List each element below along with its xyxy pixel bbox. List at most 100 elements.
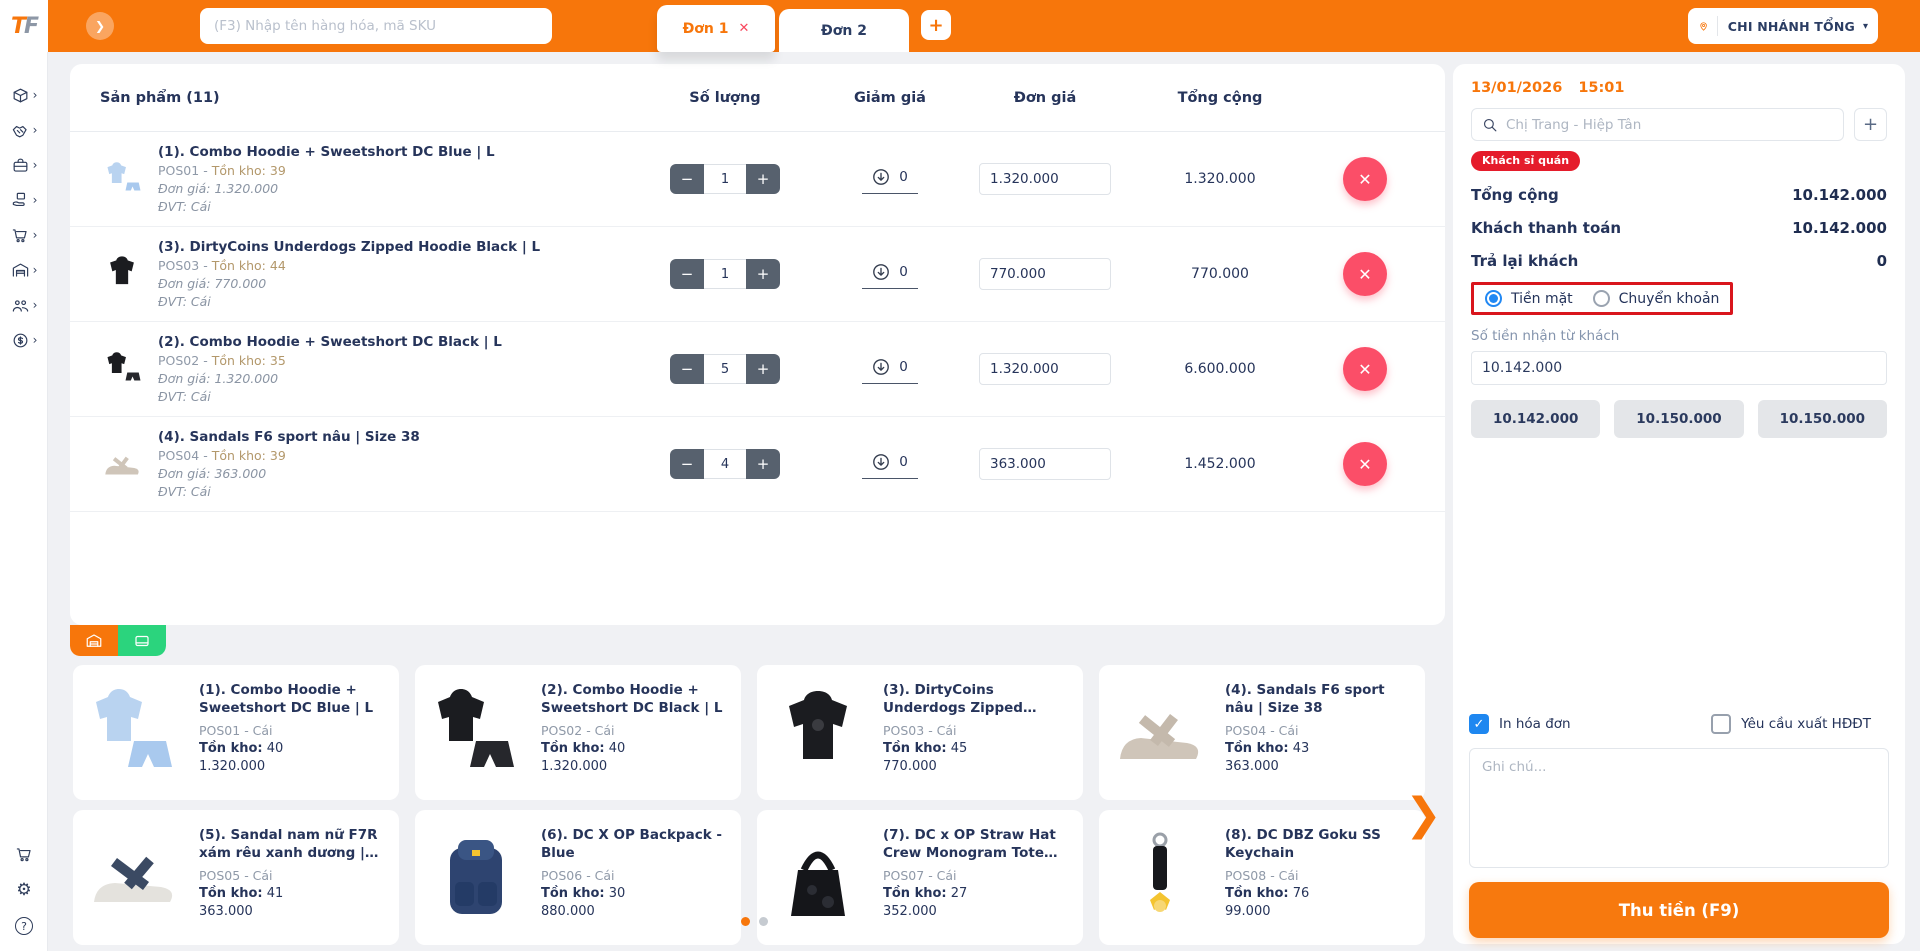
tab-close-icon[interactable]: ✕ xyxy=(739,21,750,36)
order-note-input[interactable] xyxy=(1469,748,1889,868)
product-thumbnail-combo-blue xyxy=(100,157,144,201)
location-pin-icon xyxy=(1698,17,1709,35)
transfer-label: Chuyển khoản xyxy=(1619,291,1720,307)
column-discount: Giảm giá xyxy=(815,90,965,106)
product-image-combo-blue xyxy=(81,673,187,792)
catalog-stock-value: 27 xyxy=(947,886,968,901)
order-item-sku: POS01 - xyxy=(158,163,212,178)
sidebar-item-partners[interactable]: › xyxy=(0,115,48,145)
increase-quantity-button[interactable]: + xyxy=(746,354,780,384)
tab-order-2-label: Đơn 2 xyxy=(821,23,867,39)
sidebar-item-products[interactable]: › xyxy=(0,80,48,110)
suggest-amount-button[interactable]: 10.150.000 xyxy=(1614,400,1743,438)
order-item-sku: POS02 - xyxy=(158,353,212,368)
quantity-input[interactable] xyxy=(704,354,746,384)
column-quantity: Số lượng xyxy=(635,90,815,106)
payment-cash-radio[interactable]: Tiền mặt xyxy=(1485,290,1573,307)
sidebar-item-warehouse[interactable]: › xyxy=(0,255,48,285)
quantity-input[interactable] xyxy=(704,449,746,479)
discount-field[interactable]: 0 xyxy=(862,259,918,289)
unit-price-input[interactable] xyxy=(979,353,1111,385)
sidebar-cart-button[interactable] xyxy=(0,840,48,868)
discount-field[interactable]: 0 xyxy=(862,449,918,479)
suggest-amount-button[interactable]: 10.142.000 xyxy=(1471,400,1600,438)
quantity-input[interactable] xyxy=(704,164,746,194)
coin-icon xyxy=(11,331,30,350)
customer-search-input[interactable] xyxy=(1506,117,1833,133)
einvoice-checkbox[interactable]: Yêu cầu xuất HĐĐT xyxy=(1711,714,1871,734)
tab-order-2[interactable]: Đơn 2 xyxy=(779,9,909,52)
payment-transfer-radio[interactable]: Chuyển khoản xyxy=(1593,290,1720,307)
sidebar-help-button[interactable]: ? xyxy=(0,912,48,940)
pagination-dot[interactable] xyxy=(759,917,768,926)
catalog-next-arrow[interactable]: ❯ xyxy=(1405,793,1442,837)
catalog-item-name: (2). Combo Hoodie + Sweetshort DC Black … xyxy=(541,681,733,717)
decrease-quantity-button[interactable]: − xyxy=(670,259,704,289)
line-total: 770.000 xyxy=(1125,266,1315,282)
catalog-card-4[interactable]: (4). Sandals F6 sport nâu | Size 38 POS0… xyxy=(1099,665,1425,800)
increase-quantity-button[interactable]: + xyxy=(746,449,780,479)
catalog-item-price: 1.320.000 xyxy=(199,759,391,774)
list-view-button[interactable] xyxy=(118,625,166,656)
remove-item-button[interactable]: ✕ xyxy=(1343,442,1387,486)
sidebar-item-customers[interactable]: › xyxy=(0,290,48,320)
sidebar-item-supply[interactable]: › xyxy=(0,185,48,215)
unit-price-input[interactable] xyxy=(979,163,1111,195)
product-search-input[interactable] xyxy=(214,18,538,34)
suggest-amount-button[interactable]: 10.150.000 xyxy=(1758,400,1887,438)
tab-order-1[interactable]: Đơn 1 ✕ xyxy=(657,5,775,52)
catalog-card-7[interactable]: (7). DC x OP Straw Hat Crew Monogram Tot… xyxy=(757,810,1083,945)
order-table-header: Sản phẩm (11) Số lượng Giảm giá Đơn giá … xyxy=(70,64,1445,132)
branch-name: CHI NHÁNH TỔNG xyxy=(1728,19,1855,34)
grid-view-button[interactable] xyxy=(70,625,118,656)
chevron-right-icon: › xyxy=(33,124,38,136)
quantity-input[interactable] xyxy=(704,259,746,289)
catalog-card-8[interactable]: (8). DC DBZ Goku SS Keychain POS08 - Cái… xyxy=(1099,810,1425,945)
pagination-dot-active[interactable] xyxy=(741,917,750,926)
remove-item-button[interactable]: ✕ xyxy=(1343,157,1387,201)
chevron-right-icon: › xyxy=(33,229,38,241)
sidebar-item-finance[interactable]: › xyxy=(0,325,48,355)
catalog-item-sku: POS08 - Cái xyxy=(1225,868,1417,883)
sidebar-item-work[interactable]: › xyxy=(0,150,48,180)
catalog-stock-label: Tồn kho: xyxy=(1225,886,1289,901)
increase-quantity-button[interactable]: + xyxy=(746,259,780,289)
decrease-quantity-button[interactable]: − xyxy=(670,354,704,384)
sidebar-collapse-button[interactable]: ❯ xyxy=(86,12,114,40)
product-thumbnail-combo-black xyxy=(100,347,144,391)
increase-quantity-button[interactable]: + xyxy=(746,164,780,194)
remove-item-button[interactable]: ✕ xyxy=(1343,252,1387,296)
amount-suggestions: 10.142.000 10.150.000 10.150.000 xyxy=(1471,400,1887,438)
unit-price-input[interactable] xyxy=(979,448,1111,480)
branch-selector[interactable]: CHI NHÁNH TỔNG ▾ xyxy=(1688,8,1878,44)
catalog-card-6[interactable]: (6). DC X OP Backpack - Blue POS06 - Cái… xyxy=(415,810,741,945)
print-invoice-checkbox[interactable]: ✓ In hóa đơn xyxy=(1469,714,1571,734)
remove-item-button[interactable]: ✕ xyxy=(1343,347,1387,391)
discount-field[interactable]: 0 xyxy=(862,354,918,384)
payment-method-group: Tiền mặt Chuyển khoản xyxy=(1471,282,1733,315)
sidebar-item-sales[interactable]: › xyxy=(0,220,48,250)
catalog-card-5[interactable]: (5). Sandal nam nữ F7R xám rêu xanh dươn… xyxy=(73,810,399,945)
catalog-stock-value: 30 xyxy=(605,886,626,901)
warehouse-icon xyxy=(85,632,103,650)
decrease-quantity-button[interactable]: − xyxy=(670,449,704,479)
change-label: Trả lại khách xyxy=(1471,252,1578,270)
catalog-card-1[interactable]: (1). Combo Hoodie + Sweetshort DC Blue |… xyxy=(73,665,399,800)
handshake-icon xyxy=(11,121,30,140)
received-amount-input[interactable] xyxy=(1471,351,1887,385)
collect-payment-button[interactable]: Thu tiền (F9) xyxy=(1469,882,1889,938)
add-order-tab-button[interactable]: + xyxy=(921,10,951,40)
catalog-card-2[interactable]: (2). Combo Hoodie + Sweetshort DC Black … xyxy=(415,665,741,800)
tab-order-1-label: Đơn 1 xyxy=(683,21,729,37)
order-item-unit-note: Đơn giá: 363.000 xyxy=(158,466,420,481)
discount-field[interactable]: 0 xyxy=(862,164,918,194)
app-logo[interactable]: TF xyxy=(0,0,48,52)
catalog-item-name: (8). DC DBZ Goku SS Keychain xyxy=(1225,826,1417,862)
topbar: TF ❯ Đơn 1 ✕ Đơn 2 + CHI NHÁNH TỔNG ▾ xyxy=(0,0,1920,52)
add-customer-button[interactable]: + xyxy=(1854,108,1887,141)
sidebar-settings-button[interactable]: ⚙ xyxy=(0,876,48,904)
decrease-quantity-button[interactable]: − xyxy=(670,164,704,194)
unit-price-input[interactable] xyxy=(979,258,1111,290)
catalog-card-3[interactable]: (3). DirtyCoins Underdogs Zipped Hoodie … xyxy=(757,665,1083,800)
chevron-down-icon: ▾ xyxy=(1863,21,1868,32)
